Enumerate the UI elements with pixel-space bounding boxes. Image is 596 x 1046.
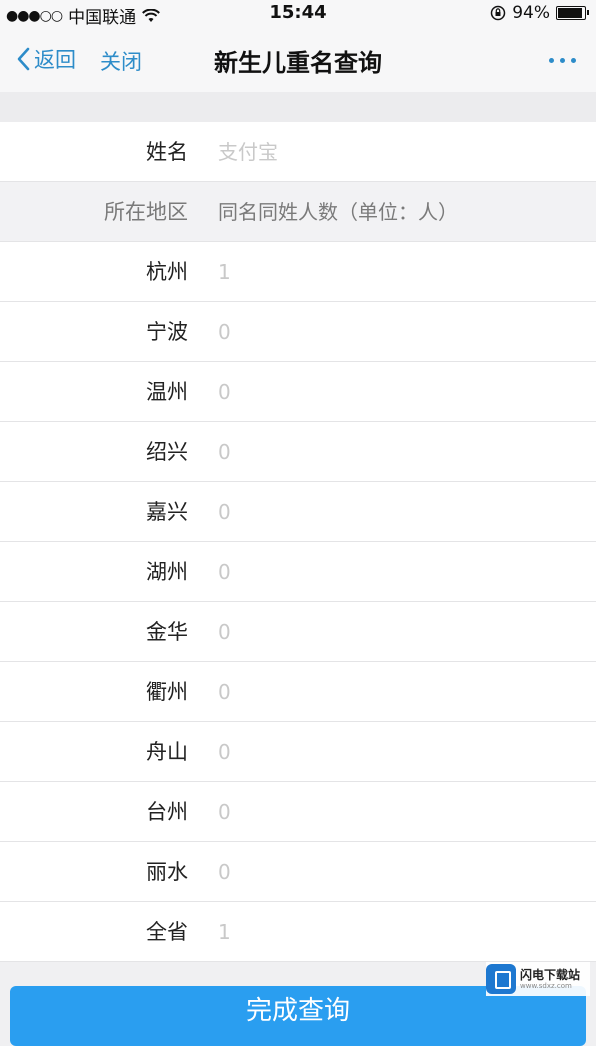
table-row: 杭州 1 xyxy=(0,242,596,302)
city-name: 舟山 xyxy=(146,740,188,764)
watermark-subtitle: www.sdxz.com xyxy=(520,981,572,990)
name-row: 姓名 xyxy=(0,122,596,182)
table-row: 湖州 0 xyxy=(0,542,596,602)
name-input[interactable] xyxy=(218,134,558,170)
same-name-count: 0 xyxy=(218,320,231,344)
city-name: 嘉兴 xyxy=(146,500,188,524)
region-column-header: 所在地区 xyxy=(104,200,188,224)
same-name-count: 1 xyxy=(218,920,231,944)
page-title: 新生儿重名查询 xyxy=(214,49,382,77)
table-row: 嘉兴 0 xyxy=(0,482,596,542)
city-name: 金华 xyxy=(146,620,188,644)
same-name-count: 0 xyxy=(218,500,231,524)
query-form: 姓名 所在地区 同名同姓人数（单位：人） 杭州1宁波0温州0绍兴0嘉兴0湖州0金… xyxy=(0,122,596,962)
battery-icon xyxy=(556,6,589,20)
table-header: 所在地区 同名同姓人数（单位：人） xyxy=(0,182,596,242)
same-name-count: 0 xyxy=(218,440,231,464)
same-name-count: 0 xyxy=(218,800,231,824)
same-name-count: 1 xyxy=(218,260,231,284)
same-name-count: 0 xyxy=(218,380,231,404)
city-name: 全省 xyxy=(146,920,188,944)
battery-percent: 94% xyxy=(512,3,550,23)
same-name-count: 0 xyxy=(218,620,231,644)
name-label: 姓名 xyxy=(146,140,188,164)
rotation-lock-icon xyxy=(490,5,506,21)
watermark-logo-icon xyxy=(486,964,516,994)
section-divider xyxy=(0,92,596,122)
table-row: 台州 0 xyxy=(0,782,596,842)
table-row: 绍兴 0 xyxy=(0,422,596,482)
table-row: 衢州 0 xyxy=(0,662,596,722)
same-name-count: 0 xyxy=(218,860,231,884)
status-right: 94% xyxy=(490,3,589,23)
more-options-icon[interactable] xyxy=(549,58,576,63)
nav-bar: 返回 关闭 新生儿重名查询 xyxy=(0,28,596,92)
count-column-header: 同名同姓人数（单位：人） xyxy=(218,200,458,224)
status-bar: ●●●○○ 中国联通 15:44 94% xyxy=(0,0,596,28)
watermark: 闪电下载站 www.sdxz.com xyxy=(486,962,590,996)
watermark-title: 闪电下载站 xyxy=(520,967,581,982)
watermark-text: 闪电下载站 www.sdxz.com xyxy=(520,968,580,991)
same-name-count: 0 xyxy=(218,740,231,764)
city-name: 绍兴 xyxy=(146,440,188,464)
city-name: 台州 xyxy=(146,800,188,824)
battery-fill xyxy=(558,8,583,18)
city-name: 湖州 xyxy=(146,560,188,584)
same-name-count: 0 xyxy=(218,680,231,704)
city-name: 丽水 xyxy=(146,860,188,884)
city-name: 宁波 xyxy=(146,320,188,344)
city-name: 温州 xyxy=(146,380,188,404)
table-row: 丽水 0 xyxy=(0,842,596,902)
table-row: 宁波 0 xyxy=(0,302,596,362)
table-row: 舟山 0 xyxy=(0,722,596,782)
table-row: 金华 0 xyxy=(0,602,596,662)
city-name: 衢州 xyxy=(146,680,188,704)
table-row: 温州 0 xyxy=(0,362,596,422)
table-row: 全省 1 xyxy=(0,902,596,962)
city-name: 杭州 xyxy=(146,260,188,284)
city-list: 杭州 1 宁波 0 温州 0 绍兴 0 嘉兴 0 湖州 0 金华 0 衢州 0 舟山 0 台州 0 丽水 0 全省 1 xyxy=(0,242,596,962)
same-name-count: 0 xyxy=(218,560,231,584)
